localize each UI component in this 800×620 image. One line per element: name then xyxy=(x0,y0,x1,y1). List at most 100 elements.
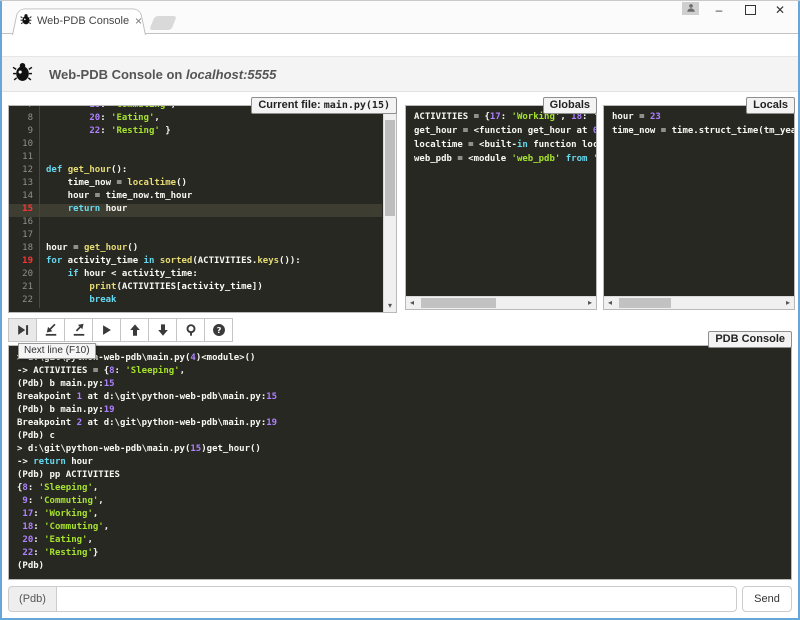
console-line: -> ACTIVITIES = {8: 'Sleeping', xyxy=(9,365,791,378)
pdb-prompt-label: (Pdb) xyxy=(8,586,56,612)
page-title: Web-PDB Console on localhost:5555 xyxy=(49,67,276,82)
next-line-button[interactable] xyxy=(8,318,37,342)
code-line: 13 time_now = localtime() xyxy=(9,178,382,191)
bug-logo-icon xyxy=(12,61,33,87)
code-line: 18hour = get_hour() xyxy=(9,243,382,256)
code-line: 17 xyxy=(9,230,382,243)
line-number: 20 xyxy=(9,269,40,282)
line-number: 17 xyxy=(9,230,40,243)
frame-up-button[interactable] xyxy=(120,318,149,342)
code-line: 8 20: 'Eating', xyxy=(9,113,382,126)
console-line: (Pdb) c xyxy=(9,430,791,443)
location-pin-icon xyxy=(184,323,198,337)
line-number: 9 xyxy=(9,126,40,139)
frame-down-button[interactable] xyxy=(148,318,177,342)
debugger-toolbar: ? xyxy=(8,318,233,342)
window-border-left xyxy=(0,0,2,620)
code-line: 14 hour = time_now.tm_hour xyxy=(9,191,382,204)
scroll-thumb[interactable] xyxy=(421,298,496,308)
code-line: 11 xyxy=(9,152,382,165)
help-icon: ? xyxy=(212,323,226,337)
window-border-top xyxy=(0,0,800,1)
scroll-down-icon[interactable]: ▾ xyxy=(384,300,396,312)
page-header: Web-PDB Console on localhost:5555 xyxy=(0,56,800,92)
console-line: {8: 'Sleeping', xyxy=(9,482,791,495)
globals-line: get_hour = <function get_hour at 0 xyxy=(406,126,596,140)
code-line: 12def get_hour(): xyxy=(9,165,382,178)
pdb-console-badge: PDB Console xyxy=(708,331,792,348)
code-line: 20 if hour < activity_time: xyxy=(9,269,382,282)
globals-panel: ACTIVITIES = {17: 'Working', 18: 'get_ho… xyxy=(405,105,597,310)
help-button[interactable]: ? xyxy=(204,318,233,342)
console-line: -> return hour xyxy=(9,456,791,469)
line-number: 18 xyxy=(9,243,40,256)
console-line: Breakpoint 1 at d:\git\python-web-pdb\ma… xyxy=(9,391,791,404)
scroll-right-icon[interactable]: ▸ xyxy=(782,297,794,309)
browser-window: Web-PDB Console on lo × – ✕ ← → ↻ i loca… xyxy=(0,0,800,620)
scroll-right-icon[interactable]: ▸ xyxy=(584,297,596,309)
console-line: (Pdb) b main.py:15 xyxy=(9,378,791,391)
locals-horizontal-scrollbar[interactable]: ◂ ▸ xyxy=(604,296,794,309)
line-number: 7 xyxy=(9,105,40,113)
locals-lines: hour = 23time_now = time.struct_time(tm_… xyxy=(604,112,794,140)
arrow-up-icon xyxy=(128,323,142,337)
code-line: 19for activity_time in sorted(ACTIVITIES… xyxy=(9,256,382,269)
globals-lines: ACTIVITIES = {17: 'Working', 18: 'get_ho… xyxy=(406,112,596,168)
step-out-button[interactable] xyxy=(64,318,93,342)
command-input[interactable] xyxy=(56,586,737,612)
tab-close-icon[interactable]: × xyxy=(135,14,142,28)
next-line-tooltip: Next line (F10) xyxy=(18,343,96,359)
pdb-console-panel: > d:\git\python-web-pdb\main.py(4)<modul… xyxy=(8,345,792,580)
browser-tab[interactable]: Web-PDB Console on lo × xyxy=(12,6,146,35)
maximize-icon xyxy=(745,5,756,15)
locals-line: hour = 23 xyxy=(604,112,794,126)
tab-title: Web-PDB Console on lo xyxy=(37,15,130,27)
step-into-icon xyxy=(44,323,58,337)
code-panel: 7 18: 'Commuting',8 20: 'Eating',9 22: '… xyxy=(8,105,397,313)
browser-toolbar: ← → ↻ i localhost:5555 ☆ ⋮ xyxy=(0,35,800,56)
line-number: 14 xyxy=(9,191,40,204)
console-line: > d:\git\python-web-pdb\main.py(15)get_h… xyxy=(9,443,791,456)
profile-button[interactable] xyxy=(682,2,699,15)
code-line: 10 xyxy=(9,139,382,152)
line-number: 11 xyxy=(9,152,40,165)
where-button[interactable] xyxy=(176,318,205,342)
command-input-row: (Pdb) Send xyxy=(8,586,792,612)
send-button[interactable]: Send xyxy=(742,586,792,612)
step-out-icon xyxy=(72,323,86,337)
person-icon xyxy=(686,0,696,18)
line-number: 16 xyxy=(9,217,40,230)
new-tab-button[interactable] xyxy=(149,16,177,30)
scroll-thumb[interactable] xyxy=(619,298,671,308)
breakpoint-line-number: 15 xyxy=(9,204,40,217)
code-vertical-scrollbar[interactable]: ▴ ▾ xyxy=(383,106,396,312)
continue-button[interactable] xyxy=(92,318,121,342)
scroll-thumb[interactable] xyxy=(385,120,395,216)
code-line: 21 print(ACTIVITIES[activity_time]) xyxy=(9,282,382,295)
globals-line: localtime = <built-in function loc xyxy=(406,140,596,154)
globals-line: web_pdb = <module 'web_pdb' from ' xyxy=(406,154,596,168)
next-line-icon xyxy=(16,323,30,337)
svg-text:?: ? xyxy=(216,325,221,335)
scroll-left-icon[interactable]: ◂ xyxy=(406,297,418,309)
step-into-button[interactable] xyxy=(36,318,65,342)
close-button[interactable]: ✕ xyxy=(771,0,789,20)
locals-panel: hour = 23time_now = time.struct_time(tm_… xyxy=(603,105,795,310)
console-line: 9: 'Commuting', xyxy=(9,495,791,508)
code-line: 16 xyxy=(9,217,382,230)
console-line: (Pdb) b main.py:19 xyxy=(9,404,791,417)
console-line: 22: 'Resting'} xyxy=(9,547,791,560)
minimize-button[interactable]: – xyxy=(710,0,728,20)
globals-line: ACTIVITIES = {17: 'Working', 18: ' xyxy=(406,112,596,126)
line-number: 21 xyxy=(9,282,40,295)
line-number: 12 xyxy=(9,165,40,178)
current-file-badge: Current file: main.py(15) xyxy=(251,97,397,114)
line-number: 22 xyxy=(9,295,40,308)
maximize-button[interactable] xyxy=(741,0,759,20)
globals-badge: Globals xyxy=(543,97,597,114)
code-line: 15 return hour xyxy=(9,204,382,217)
scroll-left-icon[interactable]: ◂ xyxy=(604,297,616,309)
console-line: Breakpoint 2 at d:\git\python-web-pdb\ma… xyxy=(9,417,791,430)
globals-horizontal-scrollbar[interactable]: ◂ ▸ xyxy=(406,296,596,309)
line-number: 8 xyxy=(9,113,40,126)
